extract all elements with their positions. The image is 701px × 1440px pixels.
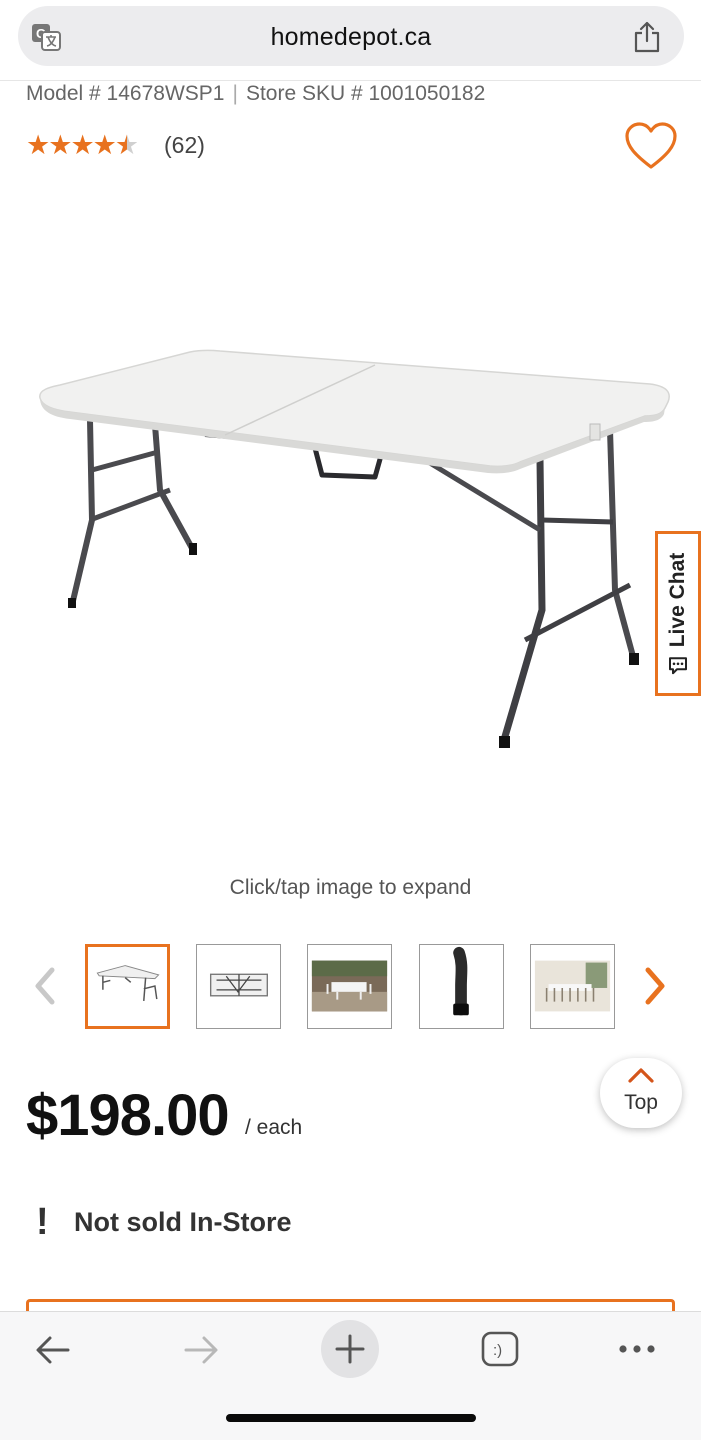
thumbnail-2[interactable] <box>196 944 281 1029</box>
expand-image-hint: Click/tap image to expand <box>229 876 472 899</box>
more-options-icon[interactable] <box>617 1342 657 1356</box>
thumbnail-1[interactable] <box>85 944 170 1029</box>
alert-exclamation-icon: ! <box>36 1201 49 1243</box>
half-star-icon: ★ <box>114 130 139 160</box>
model-sku-line: Model # 14678WSP1 | Store SKU # 1001050182 <box>26 82 485 106</box>
star-icon: ★ <box>48 130 72 160</box>
product-image[interactable] <box>30 340 670 760</box>
favorite-heart-icon[interactable] <box>623 120 679 172</box>
back-to-top-button[interactable]: Top <box>600 1058 682 1128</box>
header-divider <box>0 80 701 81</box>
separator: | <box>232 82 238 105</box>
chat-bubble-icon <box>668 656 688 674</box>
product-price: $198.00 <box>26 1083 230 1148</box>
back-arrow-icon[interactable] <box>34 1334 72 1366</box>
svg-text::): :) <box>493 1342 502 1359</box>
live-chat-label: Live Chat <box>666 552 689 647</box>
chevron-up-icon <box>627 1066 655 1084</box>
thumbnail-4[interactable] <box>419 944 504 1029</box>
rating-stars[interactable]: ★ ★ ★ ★ ★ <box>26 130 139 160</box>
tabs-icon[interactable]: :) <box>481 1331 519 1367</box>
price-unit: / each <box>245 1116 303 1139</box>
address-bar[interactable]: G homedepot.ca <box>18 6 684 66</box>
star-icon: ★ <box>70 130 94 160</box>
back-to-top-label: Top <box>624 1091 658 1114</box>
forward-arrow-icon[interactable] <box>182 1334 220 1366</box>
thumbnail-3[interactable] <box>307 944 392 1029</box>
url-domain: homedepot.ca <box>270 23 432 51</box>
carousel-prev-chevron-icon[interactable] <box>30 964 60 1008</box>
share-icon[interactable] <box>632 20 662 54</box>
review-count[interactable]: (62) <box>164 132 205 159</box>
thumbnail-5[interactable] <box>530 944 615 1029</box>
live-chat-content: Live Chat <box>666 552 690 675</box>
home-indicator[interactable] <box>226 1414 476 1422</box>
new-tab-plus-icon[interactable] <box>321 1320 379 1378</box>
model-number: Model # 14678WSP1 <box>26 82 225 105</box>
store-sku: Store SKU # 1001050182 <box>245 82 486 105</box>
availability-notice: ! Not sold In-Store <box>36 1202 292 1242</box>
star-icon: ★ <box>92 130 117 160</box>
star-icon: ★ <box>26 130 50 160</box>
carousel-next-chevron-icon[interactable] <box>640 964 670 1008</box>
page: G homedepot.ca Model # 14678WSP1 | Store S… <box>0 0 701 1440</box>
live-chat-button[interactable]: Live Chat <box>655 531 701 696</box>
availability-text: Not sold In-Store <box>74 1206 292 1237</box>
